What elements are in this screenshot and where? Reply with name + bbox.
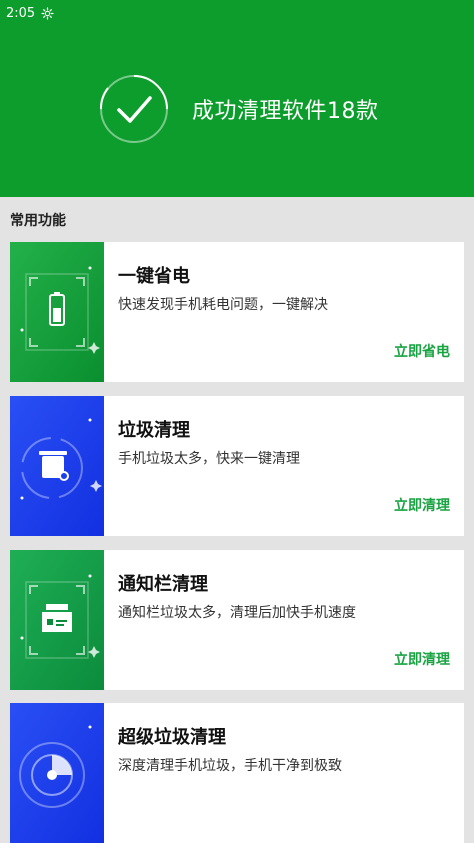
disk-thumbnail <box>10 703 104 843</box>
feature-title: 垃圾清理 <box>118 420 190 441</box>
feature-desc: 手机垃圾太多，快来一键清理 <box>118 451 300 467</box>
feature-desc: 通知栏垃圾太多，清理后加快手机速度 <box>118 605 356 621</box>
check-circle-icon <box>99 75 168 143</box>
notification-clean-button[interactable]: 立即清理 <box>394 649 450 669</box>
feature-title: 超级垃圾清理 <box>118 727 226 748</box>
power-save-button[interactable]: 立即省电 <box>394 341 450 361</box>
junk-clean-button[interactable]: 立即清理 <box>394 495 450 515</box>
cleanup-result: 成功清理软件18款 <box>98 73 379 145</box>
status-bar: 2:05 <box>6 4 54 22</box>
status-time: 2:05 <box>6 5 36 21</box>
section-title: 常用功能 <box>10 213 66 229</box>
feature-title: 一键省电 <box>118 266 190 287</box>
gear-icon <box>41 6 54 20</box>
notification-thumbnail <box>10 550 104 690</box>
battery-thumbnail <box>10 242 104 382</box>
feature-card-super-clean[interactable]: 超级垃圾清理 深度清理手机垃圾，手机干净到极致 <box>10 703 464 843</box>
result-header: 2:05 成功清理软件18款 <box>0 0 474 197</box>
feature-card-notification-clean[interactable]: 通知栏清理 通知栏垃圾太多，清理后加快手机速度 立即清理 <box>10 550 464 690</box>
feature-desc: 深度清理手机垃圾，手机干净到极致 <box>118 758 342 774</box>
feature-card-junk-clean[interactable]: 垃圾清理 手机垃圾太多，快来一键清理 立即清理 <box>10 396 464 536</box>
result-text: 成功清理软件18款 <box>192 99 379 124</box>
feature-desc: 快速发现手机耗电问题，一键解决 <box>118 297 328 313</box>
feature-card-power-save[interactable]: 一键省电 快速发现手机耗电问题，一键解决 立即省电 <box>10 242 464 382</box>
trash-thumbnail <box>10 396 104 536</box>
feature-title: 通知栏清理 <box>118 574 208 595</box>
